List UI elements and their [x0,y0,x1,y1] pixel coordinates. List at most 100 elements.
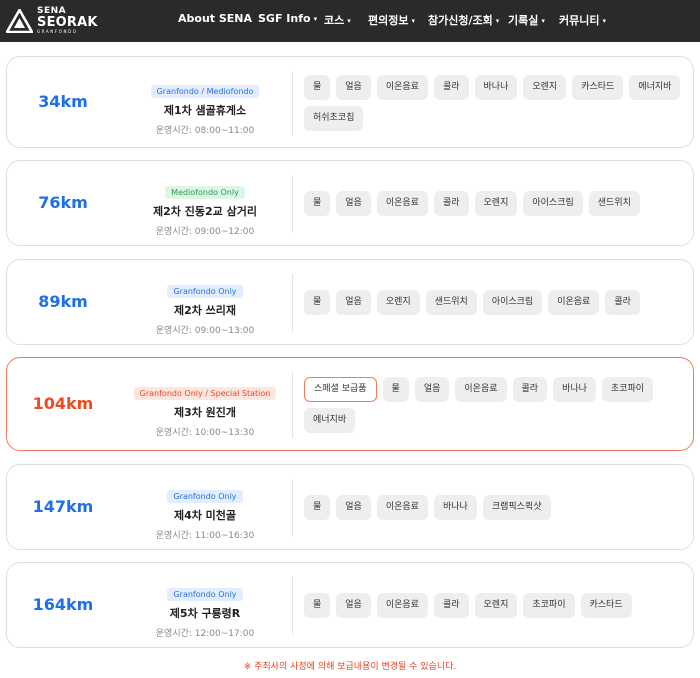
station-hours: 운영시간: 08:00~11:00 [155,126,255,136]
nav-item-label: 기록실 [508,14,539,27]
supply-item-chip: 샌드위치 [588,191,640,216]
station-distance: 104km [32,394,94,413]
station-type-badge: Granfondo Only [167,588,243,601]
nav-item-label: About SENA [178,12,253,25]
station-distance: 89km [38,292,88,311]
caret-down-icon: ▾ [541,17,545,25]
supply-item-list: 스페셜 보급품 물 얼음 이온음료 콜라 바나나 초코파이 에너지바 [304,377,689,433]
station-info: Granfondo Only 제2차 쓰리재운영시간: 09:00~13:00 [119,279,291,336]
station-hours: 운영시간: 09:00~13:00 [155,326,255,336]
supply-item-chip: 바나나 [474,75,518,100]
supply-item-chip: 카스타드 [572,75,624,100]
supply-item-list: 물 얼음 이온음료 콜라 바나나 오렌지 카스타드 에너지바 허쉬초코칩 [304,75,689,131]
nav-item-label: 커뮤니티 [559,14,600,27]
card-divider [292,175,293,233]
nav-item-label: 코스 [324,14,345,27]
supply-item-list: 물 얼음 이온음료 콜라 오렌지 초코파이 카스타드 [304,593,689,618]
station-card: 104km Granfondo Only / Special Station 제3차… [6,357,694,451]
nav-item-3[interactable]: 편의정보 ▾ [368,12,415,28]
supply-item-chip: 물 [304,191,331,216]
supply-item-chip: 콜라 [512,377,548,402]
station-hours: 운영시간: 10:00~13:30 [155,428,255,438]
supply-item-chip: 바나나 [433,495,477,520]
supply-item-chip: 오렌지 [474,191,518,216]
notice-text: ※ 주최사의 사정에 의해 보급내용이 변경될 수 있습니다. [243,662,457,672]
station-hours: 운영시간: 09:00~12:00 [155,227,255,237]
supply-item-chip: 얼음 [336,191,371,216]
station-distance: 164km [32,595,94,614]
supply-item-chip: 에너지바 [304,408,356,433]
supply-item-chip: 허쉬초코칩 [304,106,364,131]
supply-item-chip: 이온음료 [455,377,507,402]
supply-item-chip: 얼음 [336,495,371,520]
station-info: Granfondo / Mediofondo 제1차 샘골휴게소 운영시간: 08:… [119,79,291,136]
supply-item-chip: 아이스크림 [523,191,583,216]
supply-item-chip: 물 [304,290,331,315]
mountain-logo-icon [6,9,33,33]
nav-item-5[interactable]: 기록실 ▾ [508,12,545,28]
supply-item-chip: 물 [304,593,331,618]
supply-item-chip: 얼음 [336,593,371,618]
card-divider [292,372,293,438]
card-divider [292,577,293,635]
station-card: 89km Granfondo Only 제2차 쓰리재운영시간: 09:00~13:… [6,259,694,345]
supply-item-chip: 물 [382,377,409,402]
card-divider [292,71,293,135]
station-name: 제2차 쓰리재 [173,304,237,317]
station-distance: 76km [38,193,88,212]
supply-item-list: 물 얼음 오렌지 샌드위치 아이스크림 이온음료 콜라 [304,290,689,315]
supply-item-chip: 콜라 [433,75,469,100]
supply-item-chip: 샌드위치 [425,290,477,315]
caret-down-icon: ▾ [347,17,351,25]
supply-item-chip: 물 [304,495,331,520]
supply-item-chip: 초코파이 [523,593,575,618]
nav-item-label: 편의정보 [368,14,409,27]
logo-text-seorak: SEORAK [37,15,98,30]
caret-down-icon: ▾ [495,17,500,25]
supply-item-list: 물 얼음 이온음료 콜라 오렌지 아이스크림 샌드위치 [304,191,689,216]
supply-item-chip: 콜라 [433,191,469,216]
supply-item-chip: 에너지바 [629,75,681,100]
supply-item-chip: 오렌지 [523,75,567,100]
station-info: Granfondo Only 제5차 구룡령R 운영시간: 12:00~17:00 [119,582,291,639]
station-name: 제4차 미천골 [173,509,237,522]
nav-item-0[interactable]: About SENA [178,12,252,25]
station-card: 164km Granfondo Only 제5차 구룡령R 운영시간: 12:00~1… [6,562,694,648]
station-distance: 34km [38,92,88,111]
nav-item-1[interactable]: SGF Info ▾ [258,12,317,25]
nav-item-6[interactable]: 커뮤니티 ▾ [559,12,606,28]
station-distance: 147km [32,497,94,516]
supply-item-chip: 카스타드 [580,593,632,618]
caret-down-icon: ▾ [411,17,415,25]
supply-item-chip: 오렌지 [474,593,518,618]
supply-item-chip: 얼음 [336,290,371,315]
supply-item-chip: 이온음료 [376,495,428,520]
station-card: 147km Granfondo Only 제4차 미천골운영시간: 11:00~16… [6,464,694,550]
station-type-badge: Granfondo Only [167,285,243,298]
supply-item-chip: 오렌지 [376,290,420,315]
nav-item-label: 참가신청/조회 [428,14,493,27]
sena-seorak-logo[interactable]: SENA SEORAK GRANFONDO [6,7,97,35]
supply-item-chip: 물 [304,75,331,100]
nav-item-label: SGF Info [258,12,311,25]
supply-item-chip: 크램픽스퀵샷 [482,495,551,520]
nav-item-4[interactable]: 참가신청/조회 ▾ [428,12,499,28]
card-divider [292,479,293,537]
supply-item-chip: 초코파이 [601,377,654,402]
station-info: Mediofondo Only 제2차 진동2교 삼거리 운영시간: 09:00~1… [119,180,291,237]
caret-down-icon: ▾ [313,15,318,23]
station-type-badge: Granfondo Only / Special Station [133,387,277,400]
station-card: 76km Mediofondo Only 제2차 진동2교 삼거리 운영시간: 09:… [6,160,694,246]
station-name: 제3차 원진개 [173,406,237,419]
nav-item-2[interactable]: 코스 ▾ [324,12,351,28]
caret-down-icon: ▾ [602,17,606,25]
supply-item-chip: 얼음 [414,377,450,402]
station-hours: 운영시간: 11:00~16:30 [155,531,255,541]
supply-item-chip: 이온음료 [376,593,428,618]
supply-item-chip: 바나나 [553,377,596,402]
supply-item-chip: 아이스크림 [482,290,543,315]
supply-item-chip: 이온음료 [376,75,428,100]
supply-item-chip: 콜라 [605,290,640,315]
station-type-badge: Granfondo Only [167,490,243,503]
station-info: Granfondo Only / Special Station 제3차 원진개운… [119,381,291,438]
